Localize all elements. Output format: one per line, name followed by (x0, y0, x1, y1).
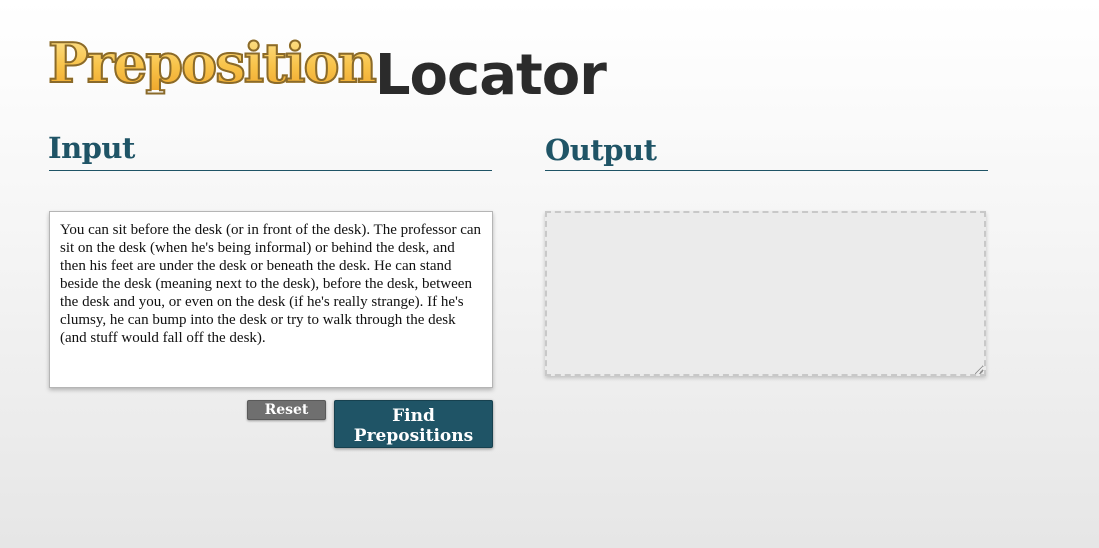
input-heading: Input (48, 131, 135, 165)
find-button-label-line1: Find (392, 405, 435, 426)
find-button-label-line2: Prepositions (353, 425, 474, 446)
output-heading: Output (545, 133, 657, 167)
input-heading-rule (49, 170, 492, 171)
logo-word-locator: Locator (374, 43, 607, 108)
logo-word-preposition: Preposition (47, 31, 378, 95)
app-logo: Preposition Locator (47, 22, 607, 108)
reset-button[interactable]: Reset (247, 400, 326, 420)
find-prepositions-button[interactable]: Find Prepositions (334, 400, 493, 448)
output-heading-rule (545, 170, 988, 171)
output-textarea[interactable] (545, 211, 986, 376)
output-resize-handle[interactable] (975, 366, 983, 374)
input-textarea[interactable]: You can sit before the desk (or in front… (49, 211, 493, 388)
